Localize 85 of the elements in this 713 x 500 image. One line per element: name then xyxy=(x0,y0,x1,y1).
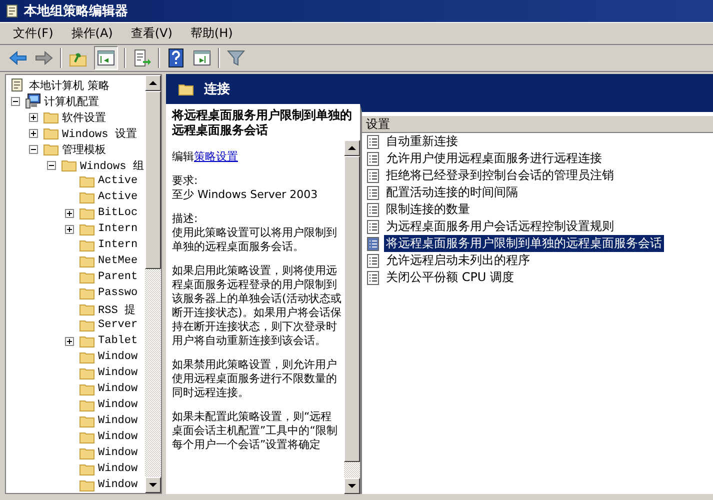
section-label: 描述: xyxy=(172,212,199,226)
collapse-icon[interactable] xyxy=(47,160,56,170)
scroll-icon xyxy=(4,3,20,19)
setting-item[interactable]: 允许用户使用远程桌面服务进行远程连接 xyxy=(384,150,604,167)
description-text: 使用此策略设置可以将用户限制到单独的远程桌面服务会话。 xyxy=(172,226,338,254)
forward-arrow-icon[interactable] xyxy=(34,48,54,68)
menu-item[interactable]: 帮助(H) xyxy=(181,24,242,43)
setting-item[interactable]: 配置活动连接的时间间隔 xyxy=(384,184,520,201)
tree-item[interactable]: Window xyxy=(98,367,138,379)
down-arrow-icon[interactable] xyxy=(149,481,157,489)
filter-icon[interactable] xyxy=(226,48,246,68)
setting-item[interactable]: 关闭公平份额 CPU 调度 xyxy=(384,269,516,286)
edit-label: 编辑 xyxy=(172,150,194,163)
show-tree-button[interactable] xyxy=(94,46,118,70)
policy-icon xyxy=(366,254,380,268)
tree-item[interactable]: Window xyxy=(98,351,138,363)
tree-item[interactable]: RSS 提 xyxy=(98,302,136,316)
export-list-icon[interactable] xyxy=(132,48,152,68)
tree-item[interactable]: Window xyxy=(98,431,138,443)
menu-item[interactable]: 文件(F) xyxy=(4,24,62,43)
tree-item[interactable]: BitLoc xyxy=(98,207,138,219)
setting-item[interactable]: 自动重新连接 xyxy=(384,133,460,150)
policy-icon xyxy=(366,236,380,250)
tree-item[interactable]: NetMee xyxy=(98,255,138,267)
computer-icon xyxy=(25,93,41,109)
setting-item[interactable]: 限制连接的数量 xyxy=(384,201,472,218)
policy-settings-link[interactable]: 策略设置 xyxy=(194,150,238,163)
expand-icon[interactable] xyxy=(29,112,38,122)
tree-item[interactable]: 管理模板 xyxy=(62,142,106,156)
policy-title: 将远程桌面服务用户限制到单独的远程桌面服务会话 xyxy=(172,107,353,138)
tree-item[interactable]: Window xyxy=(98,415,138,427)
tree-item[interactable]: Active xyxy=(98,175,138,187)
up-arrow-icon[interactable] xyxy=(348,144,356,152)
tree-item[interactable]: Parent xyxy=(98,271,138,283)
policy-icon xyxy=(366,202,380,216)
tree-item[interactable]: Windows 设置 xyxy=(62,126,137,140)
header-title: 连接 xyxy=(204,80,230,98)
setting-item[interactable]: 允许远程启动未列出的程序 xyxy=(384,252,532,269)
description-text: 如果禁用此策略设置，则允许用户使用远程桌面服务进行不限数量的同时远程连接。 xyxy=(172,358,338,400)
policy-icon xyxy=(366,152,380,166)
tree-item[interactable]: Window xyxy=(98,463,138,475)
tree-item[interactable]: Server xyxy=(98,319,138,331)
window-title: 本地组策略编辑器 xyxy=(24,2,128,20)
policy-icon xyxy=(366,134,380,148)
setting-item[interactable]: 拒绝将已经登录到控制台会话的管理员注销 xyxy=(384,167,616,184)
tree-item[interactable]: 本地计算机 策略 xyxy=(29,78,110,92)
tree-item[interactable]: 软件设置 xyxy=(62,110,106,124)
collapse-icon[interactable] xyxy=(11,96,20,106)
description-text: 如果启用此策略设置，则将使用远程桌面服务远程登录的用户限制到该服务器上的单独会话(活动状态或断开连接状态)。如果用户将会话保持在断开连接状态，则下次登录时用户将自动重新连接到该会话。 xyxy=(172,264,342,348)
down-arrow-icon[interactable] xyxy=(348,482,356,490)
expand-icon[interactable] xyxy=(29,128,38,138)
help-icon[interactable] xyxy=(166,48,186,68)
description-text: 如果未配置此策略设置，则“远程桌面会话主机配置”工具中的“限制每个用户一个会话”设置将确定 xyxy=(172,410,338,452)
scroll-icon xyxy=(9,77,25,93)
tree-item[interactable]: Window xyxy=(98,399,138,411)
section-label: 要求: xyxy=(172,174,199,188)
tree-item[interactable]: Window xyxy=(98,447,138,459)
up-arrow-icon[interactable] xyxy=(149,79,157,87)
tree-item[interactable]: Intern xyxy=(98,239,138,251)
expand-icon[interactable] xyxy=(65,208,74,218)
menu-item[interactable]: 查看(V) xyxy=(122,24,182,43)
back-arrow-icon[interactable] xyxy=(8,48,28,68)
collapse-icon[interactable] xyxy=(29,144,38,154)
policy-icon xyxy=(366,270,380,284)
menu-item[interactable]: 操作(A) xyxy=(62,24,122,43)
tree-item[interactable]: 计算机配置 xyxy=(44,94,99,108)
tree-item[interactable]: Window xyxy=(98,383,138,395)
tree-item[interactable]: Intern xyxy=(98,223,138,235)
tree-item[interactable]: Tablet xyxy=(98,335,138,347)
policy-icon xyxy=(366,186,380,200)
tree-item[interactable]: Windows 组 xyxy=(80,158,144,172)
policy-icon xyxy=(366,168,380,182)
tree-item[interactable]: Passwo xyxy=(98,287,138,299)
expand-icon[interactable] xyxy=(65,336,74,346)
tree-item[interactable]: Active xyxy=(98,191,138,203)
action-pane-icon[interactable] xyxy=(192,48,212,68)
description-text: 至少 Windows Server 2003 xyxy=(172,188,319,202)
expand-icon[interactable] xyxy=(65,224,74,234)
column-header[interactable]: 设置 xyxy=(362,116,713,133)
tree-item[interactable]: Window xyxy=(98,479,138,491)
policy-icon xyxy=(366,220,380,234)
vertical-scrollbar[interactable] xyxy=(344,140,360,494)
vertical-scrollbar[interactable] xyxy=(145,75,161,493)
setting-item[interactable]: 为远程桌面服务用户会话远程控制设置规则 xyxy=(384,218,616,235)
setting-item[interactable]: 将远程桌面服务用户限制到单独的远程桌面服务会话 xyxy=(384,235,664,252)
